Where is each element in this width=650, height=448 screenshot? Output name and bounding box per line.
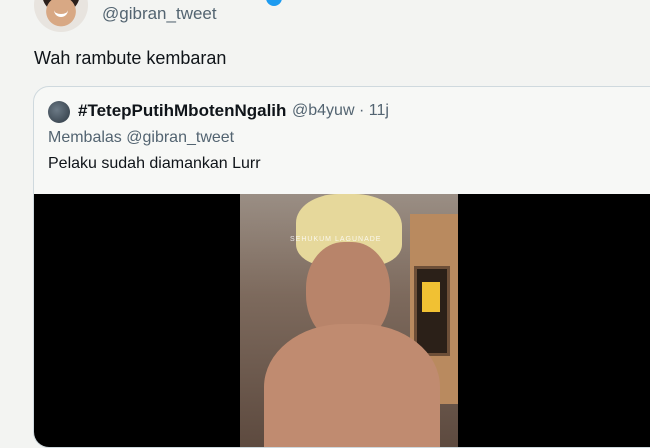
video-window-shape (422, 282, 440, 312)
quoted-display-name[interactable]: #TetepPutihMbotenNgalih (78, 101, 286, 121)
quoted-time[interactable]: 11j (369, 102, 389, 119)
video-person-body-shape (264, 324, 440, 447)
video-frame: SEHUKUM LAGUNADE (240, 194, 458, 447)
quoted-separator: · (358, 102, 365, 119)
quoted-reply-prefix: Membalas @gibran_tweet (48, 129, 235, 146)
tweet-author-avatar[interactable] (34, 0, 88, 32)
tweet-author-handle[interactable]: @gibran_tweet (102, 4, 217, 24)
tweet-text: Wah rambute kembaran (34, 48, 227, 68)
video-watermark: SEHUKUM LAGUNADE (290, 236, 382, 243)
quoted-user-avatar-icon[interactable] (48, 101, 70, 123)
avatar-smile-shape (54, 8, 68, 17)
verified-badge-icon (266, 0, 282, 6)
quoted-tweet-text: Pelaku sudah diamankan Lurr (48, 155, 261, 172)
quoted-tweet-video[interactable]: SEHUKUM LAGUNADE (34, 194, 650, 447)
quoted-meta: @b4yuw · 11j (292, 102, 389, 120)
quoted-handle[interactable]: @b4yuw (292, 102, 355, 119)
quoted-tweet-card[interactable]: #TetepPutihMbotenNgalih @b4yuw · 11j Mem… (33, 86, 650, 448)
